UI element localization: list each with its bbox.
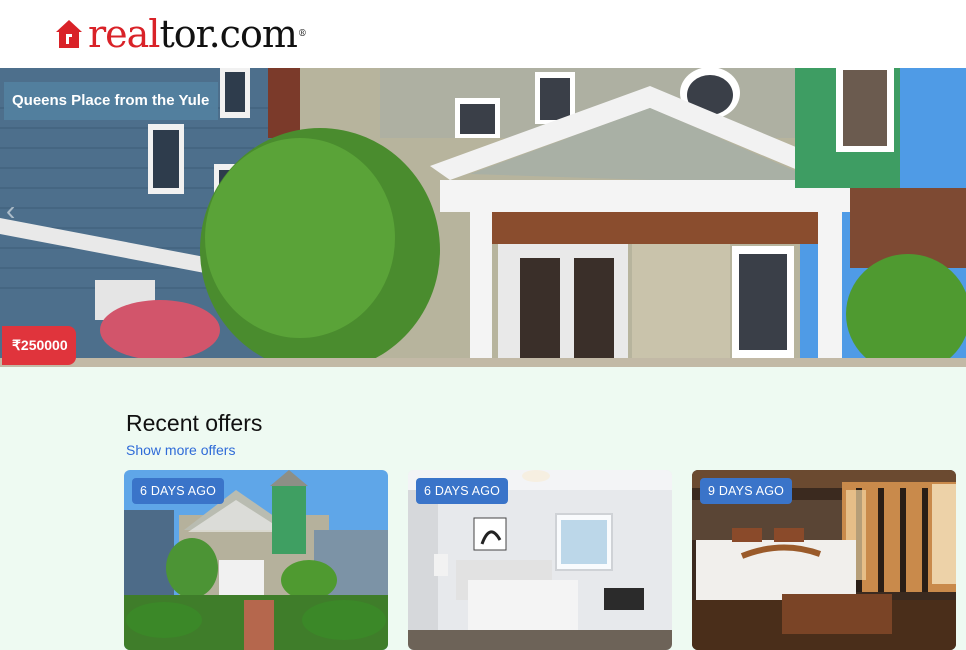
time-badge: 9 DAYS AGO [700, 478, 793, 504]
realtor-logo[interactable]: realtor.com® [54, 12, 307, 56]
chevron-left-icon[interactable]: ‹ [6, 197, 32, 225]
listing-title[interactable]: Queens Place from the Yule [4, 82, 218, 120]
recent-offers-heading: Recent offers [126, 410, 263, 436]
top-header: realtor.com® [0, 0, 966, 68]
price-tag: ₹250000 [2, 326, 76, 365]
offer-card[interactable]: 6 DAYS AGO [124, 470, 388, 650]
hero-banner[interactable]: ‹ Queens Place from the Yule ₹250000 [0, 68, 966, 367]
house-logo-icon [56, 20, 82, 48]
offer-card[interactable]: 6 DAYS AGO [408, 470, 672, 650]
logo-text: realtor.com® [88, 12, 307, 56]
show-more-offers-link[interactable]: Show more offers [126, 442, 235, 458]
offer-card[interactable]: 9 DAYS AGO [692, 470, 956, 650]
time-badge: 6 DAYS AGO [132, 478, 225, 504]
time-badge: 6 DAYS AGO [416, 478, 509, 504]
